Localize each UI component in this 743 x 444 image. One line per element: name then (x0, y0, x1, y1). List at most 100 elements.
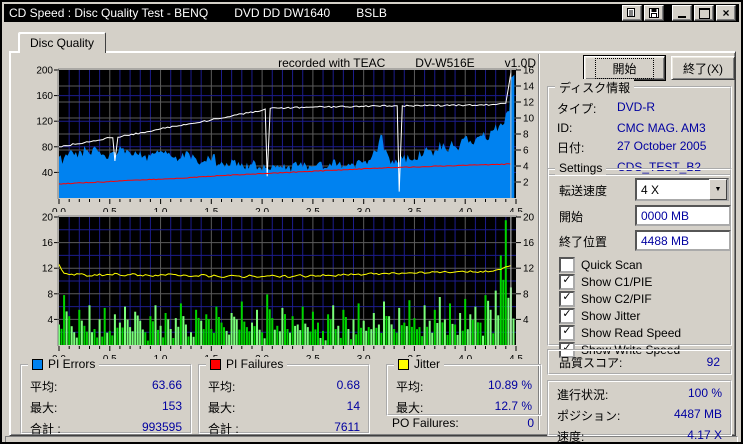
exit-button[interactable]: 終了(X) (671, 56, 735, 80)
save-button[interactable] (644, 5, 664, 21)
svg-text:12: 12 (523, 98, 535, 109)
svg-text:16: 16 (523, 66, 535, 77)
max-label: 最大: (396, 401, 424, 415)
checkbox-label: Quick Scan (581, 258, 643, 272)
quality-score-panel: 品質スコア: 92 (547, 349, 732, 375)
svg-text:10: 10 (523, 114, 535, 125)
disc-id-label: ID: (557, 121, 573, 135)
maximize-button[interactable] (694, 5, 714, 21)
minimize-button[interactable] (672, 5, 692, 21)
svg-text:80: 80 (42, 142, 54, 153)
svg-text:4: 4 (523, 315, 529, 326)
svg-text:6: 6 (523, 146, 529, 157)
checkbox-quick-scan[interactable]: Quick Scan (559, 257, 643, 273)
svg-text:16: 16 (42, 238, 54, 249)
pi-errors-title: PI Errors (48, 357, 96, 371)
svg-text:8: 8 (47, 289, 53, 300)
max-label: 最大: (30, 401, 58, 415)
disc-date-row: 日付: 27 October 2005 (557, 139, 722, 156)
checkbox-show-jitter[interactable]: ✓ Show Jitter (559, 308, 640, 324)
svg-text:160: 160 (36, 91, 53, 102)
svg-text:40: 40 (42, 168, 54, 179)
max-value: 153 (161, 399, 182, 413)
disc-type-label: タイプ: (557, 102, 597, 116)
avg-value: 63.66 (151, 378, 182, 392)
checkbox-label: Show C2/PIF (581, 292, 652, 306)
copy-icon (627, 8, 635, 17)
svg-text:3.0: 3.0 (357, 354, 371, 359)
speed-label: 転送速度 (559, 184, 608, 198)
checkbox-box[interactable]: ✓ (559, 291, 575, 307)
progress-panel: 進行状況: 100 % ポジション: 4487 MB 速度: 4.17 X (547, 380, 732, 442)
po-failures-row: PO Failures: 0 (392, 416, 534, 430)
position-row: ポジション: 4487 MB (557, 407, 722, 424)
disc-date-label: 日付: (557, 141, 585, 155)
avg-value: 10.89 % (487, 378, 532, 392)
save-icon (649, 8, 659, 18)
exit-button-label: 終了(X) (683, 61, 723, 76)
maximize-icon (698, 7, 710, 19)
end-position-input[interactable]: 4488 MB (635, 230, 731, 251)
quality-score-value: 92 (706, 355, 720, 369)
quality-score-label: 品質スコア: (559, 355, 623, 370)
settings-title: Settings (555, 161, 607, 175)
checkbox-show-c1-pie[interactable]: ✓ Show C1/PIE (559, 274, 652, 290)
settings-group: Settings 転送速度 4 X ▼ 開始 0000 MB 終了位置 4488… (547, 161, 732, 358)
svg-text:4: 4 (47, 315, 53, 326)
jitter-avg-row: 平均: 10.89 % (396, 378, 532, 395)
checkbox-box[interactable] (559, 257, 575, 273)
svg-text:4.5: 4.5 (509, 354, 523, 359)
copy-button[interactable] (622, 5, 642, 21)
jitter-group: Jitter 平均: 10.89 % 最大: 12.7 % (386, 357, 542, 416)
total-label: 合計 : (208, 422, 239, 436)
position-label: ポジション: (557, 409, 621, 423)
speed-value: 4 X (641, 182, 660, 197)
pi-failures-max-row: 最大: 14 (208, 399, 360, 416)
avg-value: 0.68 (336, 378, 360, 392)
svg-text:12: 12 (523, 264, 535, 275)
tab-disc-quality[interactable]: Disc Quality (18, 32, 107, 53)
svg-text:20: 20 (523, 213, 535, 224)
pi-errors-max-row: 最大: 153 (30, 399, 182, 416)
progress-label: 進行状況: (557, 388, 609, 402)
combo-dropdown-button[interactable]: ▼ (709, 179, 727, 200)
start-position-input[interactable]: 0000 MB (635, 205, 731, 226)
po-failures-label: PO Failures: (392, 416, 459, 430)
position-value: 4487 MB (673, 407, 722, 421)
start-button[interactable]: 開始 (583, 55, 666, 81)
checkbox-box[interactable]: ✓ (559, 325, 575, 341)
pi-errors-group: PI Errors 平均: 63.66 最大: 153 合計 : 993595 (20, 357, 192, 436)
svg-text:200: 200 (36, 66, 53, 77)
avg-label: 平均: (396, 380, 424, 394)
pi-errors-swatch (32, 358, 43, 370)
checkbox-box[interactable]: ✓ (559, 308, 575, 324)
tab-label: Disc Quality (30, 36, 95, 50)
jitter-swatch (398, 358, 409, 370)
po-failures-value: 0 (527, 416, 534, 430)
window-title-firmware: BSLB (356, 6, 387, 20)
svg-text:2.5: 2.5 (306, 354, 320, 359)
total-value: 7611 (334, 420, 360, 434)
checkbox-show-read-speed[interactable]: ✓ Show Read Speed (559, 325, 681, 341)
disc-type-value: DVD-R (617, 100, 655, 114)
disc-date-value: 27 October 2005 (617, 139, 707, 153)
window-title-app: CD Speed : Disc Quality Test - BENQ (9, 6, 209, 20)
svg-text:8: 8 (523, 289, 529, 300)
svg-text:120: 120 (36, 117, 53, 128)
pi-failures-title: PI Failures (226, 357, 284, 371)
progress-row: 進行状況: 100 % (557, 386, 722, 403)
pi-errors-avg-row: 平均: 63.66 (30, 378, 182, 395)
pi-failures-group: PI Failures 平均: 0.68 最大: 14 合計 : 7611 (198, 357, 370, 436)
checkbox-box[interactable]: ✓ (559, 274, 575, 290)
max-value: 14 (346, 399, 360, 413)
start-position-label: 開始 (559, 210, 584, 224)
total-label: 合計 : (30, 422, 61, 436)
jitter-title: Jitter (414, 357, 441, 371)
close-button[interactable]: × (716, 5, 736, 21)
pi-failures-swatch (210, 358, 221, 370)
checkbox-show-c2-pif[interactable]: ✓ Show C2/PIF (559, 291, 652, 307)
jitter-max-row: 最大: 12.7 % (396, 399, 532, 416)
svg-text:16: 16 (523, 238, 535, 249)
disc-id-value: CMC MAG. AM3 (617, 121, 706, 135)
speed-select[interactable]: 4 X ▼ (635, 178, 729, 201)
